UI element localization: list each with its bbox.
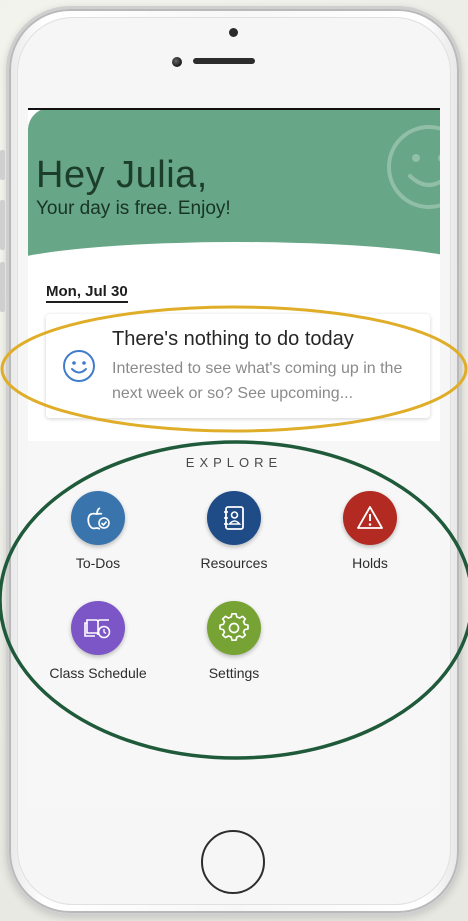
- greeting-banner: Hey Julia, Your day is free. Enjoy!: [28, 108, 440, 258]
- tile-resources[interactable]: Resources: [179, 491, 289, 571]
- greeting-title: Hey Julia,: [36, 154, 208, 196]
- tile-settings[interactable]: Settings: [179, 601, 289, 681]
- earpiece-speaker: [193, 58, 255, 64]
- tile-holds[interactable]: Holds: [315, 491, 425, 571]
- to-dos-button[interactable]: [71, 491, 125, 545]
- class-schedule-label: Class Schedule: [49, 665, 147, 681]
- holds-label: Holds: [352, 555, 388, 571]
- resources-label: Resources: [200, 555, 268, 571]
- tile-to-dos[interactable]: To-Dos: [43, 491, 153, 571]
- explore-section: EXPLORE To-Dos Resources Holds Class Sch…: [28, 441, 440, 808]
- status-bar-edge: [28, 108, 440, 110]
- mute-switch: [0, 150, 5, 180]
- see-upcoming-link[interactable]: Interested to see what's coming up in th…: [112, 356, 420, 406]
- empty-day-card[interactable]: There's nothing to do today Interested t…: [46, 314, 430, 418]
- tile-class-schedule[interactable]: Class Schedule: [43, 601, 153, 681]
- settings-label: Settings: [208, 665, 260, 681]
- proximity-sensor: [229, 28, 238, 37]
- gear-icon: [219, 613, 249, 641]
- class-schedule-button[interactable]: [71, 601, 125, 655]
- apple-check-icon: [87, 507, 110, 530]
- settings-button[interactable]: [207, 601, 261, 655]
- warning-icon: [357, 506, 383, 529]
- resources-button[interactable]: [207, 491, 261, 545]
- volume-up-button: [0, 200, 5, 250]
- contact-book-icon: [224, 506, 244, 530]
- to-dos-label: To-Dos: [75, 555, 121, 571]
- front-camera: [172, 57, 182, 67]
- greeting-subtitle: Your day is free. Enjoy!: [36, 198, 231, 219]
- smiley-watermark-icon: [387, 125, 440, 209]
- app-screen: Hey Julia, Your day is free. Enjoy! Mon,…: [28, 108, 440, 808]
- holds-button[interactable]: [343, 491, 397, 545]
- home-button[interactable]: [201, 830, 265, 894]
- explore-heading: EXPLORE: [185, 455, 283, 470]
- agenda-date: Mon, Jul 30: [46, 283, 128, 303]
- volume-down-button: [0, 262, 5, 312]
- smiley-icon: [63, 350, 95, 382]
- book-clock-icon: [84, 619, 111, 639]
- empty-day-title: There's nothing to do today: [112, 328, 354, 350]
